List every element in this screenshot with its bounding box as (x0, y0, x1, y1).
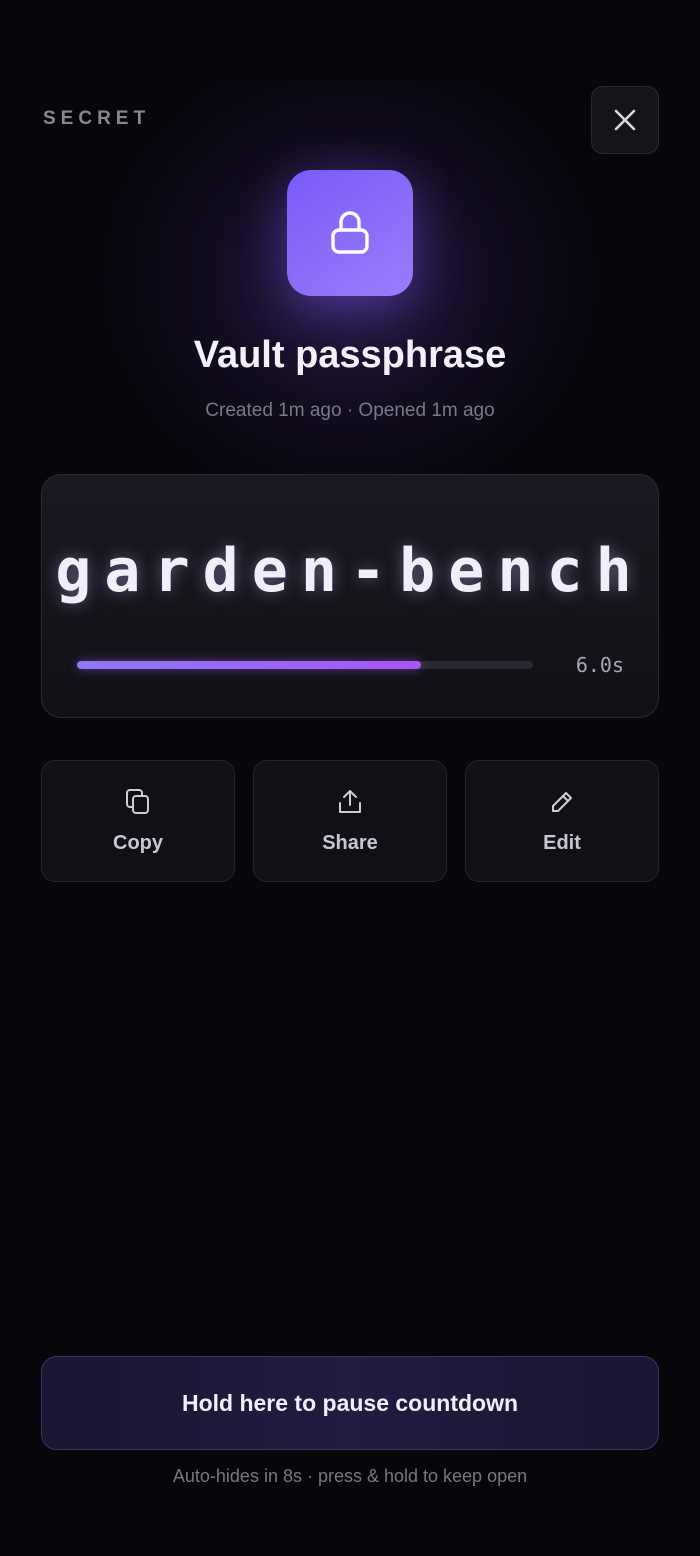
edit-button[interactable]: Edit (465, 760, 659, 882)
share-icon (339, 790, 361, 813)
copy-icon (126, 789, 149, 814)
edit-icon (552, 792, 572, 812)
section-label: SECRET (43, 108, 151, 129)
edit-label: Edit (543, 832, 581, 854)
copy-button[interactable]: Copy (41, 760, 235, 882)
hold-to-pause-label: Hold here to pause countdown (181, 1389, 519, 1416)
background-glow (90, 80, 610, 520)
countdown-label: 6.0s (575, 653, 624, 677)
auto-hide-note: Auto-hides in 8s · press & hold to keep … (172, 1466, 528, 1486)
secret-value: garden-bench (55, 536, 645, 606)
share-button[interactable]: Share (253, 760, 447, 882)
countdown-bar-fill (77, 661, 422, 669)
copy-label: Copy (113, 832, 163, 854)
hold-to-pause-button[interactable]: Hold here to pause countdown (41, 1356, 659, 1450)
item-title: Vault passphrase (193, 334, 507, 376)
lock-icon (331, 211, 369, 254)
countdown-bar (77, 661, 533, 669)
close-button[interactable] (591, 86, 659, 154)
close-icon (614, 109, 636, 131)
item-meta: Created 1m ago · Opened 1m ago (205, 400, 495, 421)
share-label: Share (322, 832, 378, 854)
lock-tile (287, 170, 413, 296)
